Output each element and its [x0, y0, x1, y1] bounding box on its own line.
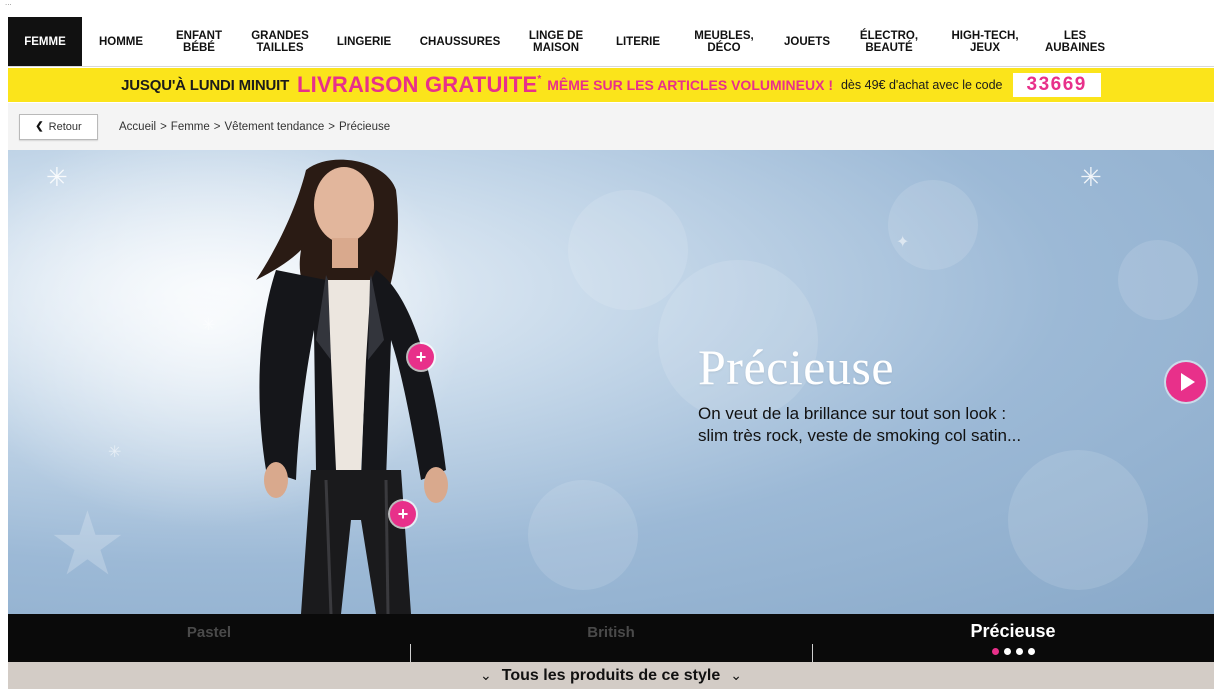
category-nav: FEMME HOMME ENFANT BÉBÉ GRANDES TAILLES … [8, 17, 1214, 67]
promo-asterisk: * [537, 73, 542, 85]
bokeh-decoration [1008, 450, 1148, 590]
promo-condition: dès 49€ d'achat avec le code [840, 78, 1003, 92]
chevron-down-icon: ⌄ [480, 667, 492, 683]
bokeh-decoration [888, 180, 978, 270]
slide-pagination [991, 648, 1035, 655]
product-hotspot-pants[interactable]: + [390, 501, 416, 527]
hero-description: On veut de la brillance sur tout son loo… [698, 403, 1138, 447]
breadcrumb: Accueil > Femme > Vêtement tendance > Pr… [119, 121, 390, 133]
star-icon: ★ [48, 494, 127, 593]
sparkle-icon: ✳ [1080, 162, 1102, 192]
nav-item-linge-de-maison[interactable]: LINGE DE MAISON [514, 17, 598, 66]
chevron-down-icon: ⌄ [730, 667, 742, 683]
pagination-dot[interactable] [991, 648, 999, 655]
promo-code: 33669 [1012, 73, 1101, 97]
nav-item-enfant-bebe[interactable]: ENFANT BÉBÉ [160, 17, 238, 66]
tab-british[interactable]: British [410, 614, 812, 662]
play-arrow-icon [1181, 373, 1195, 391]
all-products-toggle[interactable]: ⌄ Tous les produits de ce style ⌄ [8, 662, 1214, 689]
style-tabs: Pastel British Précieuse [8, 614, 1214, 662]
tab-label: Pastel [186, 624, 232, 641]
nav-item-meubles-deco[interactable]: MEUBLES, DÉCO [678, 17, 770, 66]
tab-label: Précieuse [970, 621, 1056, 641]
sparkle-icon: ✳ [108, 444, 122, 461]
tab-divider [410, 644, 411, 662]
sparkle-icon: ✳ [202, 317, 216, 334]
page: ... FEMME HOMME ENFANT BÉBÉ GRANDES TAIL… [0, 0, 1214, 689]
pagination-dot[interactable] [1015, 648, 1023, 655]
nav-item-grandes-tailles[interactable]: GRANDES TAILLES [238, 17, 322, 66]
back-button[interactable]: ❮ Retour [19, 113, 98, 140]
nav-item-les-aubaines[interactable]: LES AUBAINES [1036, 17, 1114, 66]
breadcrumb-vetement-tendance[interactable]: Vêtement tendance [225, 121, 325, 133]
hero-description-line: slim très rock, veste de smoking col sat… [698, 426, 1022, 445]
next-slide-button[interactable] [1166, 362, 1206, 402]
model-photo [236, 150, 476, 614]
bokeh-decoration [568, 190, 688, 310]
nav-item-chaussures[interactable]: CHAUSSURES [406, 17, 514, 66]
sparkle-icon: ✳ [46, 162, 68, 192]
tab-precieuse[interactable]: Précieuse [812, 614, 1214, 662]
back-button-label: Retour [48, 120, 82, 133]
all-products-label: Tous les produits de ce style [501, 666, 721, 684]
pagination-dot[interactable] [1027, 648, 1035, 655]
breadcrumb-bar: ❮ Retour Accueil > Femme > Vêtement tend… [8, 103, 1214, 150]
tab-divider [812, 644, 813, 662]
promo-subline: MÊME SUR LES ARTICLES VOLUMINEUX ! [547, 77, 833, 93]
breadcrumb-separator: > [213, 120, 221, 133]
tab-label: British [587, 624, 635, 641]
nav-item-homme[interactable]: HOMME [82, 17, 160, 66]
hero-banner: ✳ ✳ ✳ ✳ ✦ ★ + + Précieuse On veut de la … [8, 150, 1214, 614]
nav-item-jouets[interactable]: JOUETS [770, 17, 844, 66]
tab-pastel[interactable]: Pastel [8, 614, 410, 662]
promo-deadline: JUSQU'À LUNDI MINUIT [121, 76, 290, 94]
nav-item-electro-beaute[interactable]: ÉLECTRO, BEAUTÉ [844, 17, 934, 66]
chevron-left-icon: ❮ [35, 121, 44, 132]
nav-item-high-tech-jeux[interactable]: HIGH-TECH, JEUX [934, 17, 1036, 66]
nav-item-literie[interactable]: LITERIE [598, 17, 678, 66]
breadcrumb-accueil[interactable]: Accueil [119, 121, 156, 133]
hero-title: Précieuse [698, 339, 895, 395]
promo-headline: LIVRAISON GRATUITE [297, 72, 538, 97]
hero-description-line: On veut de la brillance sur tout son loo… [698, 404, 1007, 423]
top-dots: ... [5, 0, 12, 7]
nav-item-lingerie[interactable]: LINGERIE [322, 17, 406, 66]
product-hotspot-jacket[interactable]: + [408, 344, 434, 370]
bokeh-decoration [1118, 240, 1198, 320]
breadcrumb-current: Précieuse [338, 120, 391, 133]
breadcrumb-femme[interactable]: Femme [171, 121, 210, 133]
nav-item-femme[interactable]: FEMME [8, 17, 82, 66]
promo-banner[interactable]: JUSQU'À LUNDI MINUIT LIVRAISON GRATUITE … [8, 68, 1214, 102]
top-strip: ... [0, 0, 1214, 15]
breadcrumb-separator: > [160, 120, 167, 133]
sparkle-icon: ✦ [896, 234, 910, 251]
pagination-dot[interactable] [1003, 648, 1011, 655]
bokeh-decoration [528, 480, 638, 590]
breadcrumb-separator: > [328, 120, 335, 133]
